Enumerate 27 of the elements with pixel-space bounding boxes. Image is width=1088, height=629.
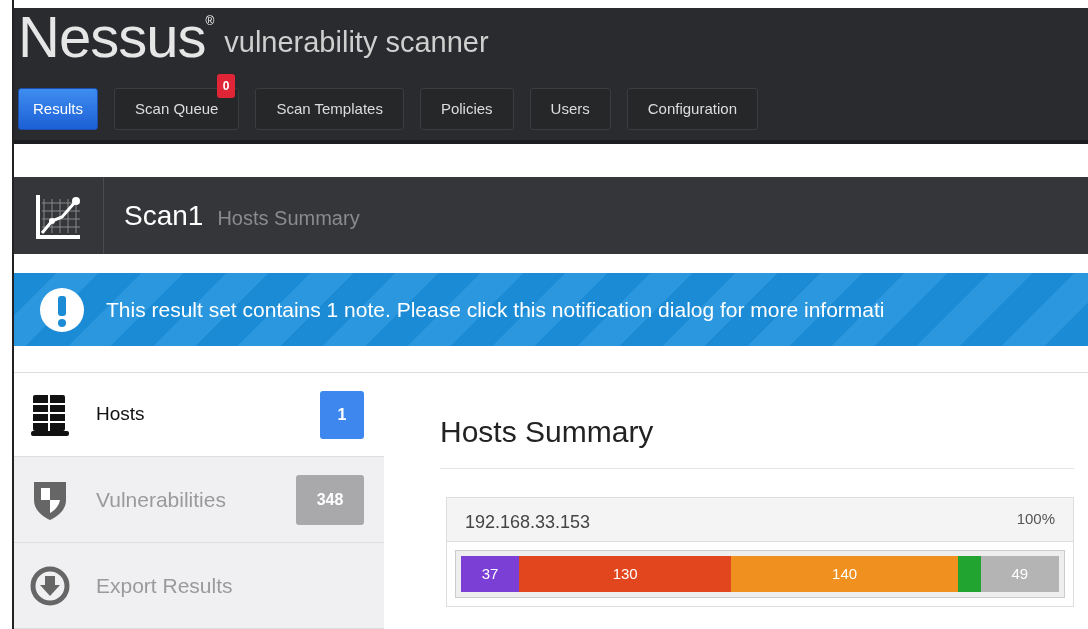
registered-mark: ®: [205, 13, 215, 28]
notification-text: This result set contains 1 note. Please click this notification dialog for more informati: [106, 296, 885, 323]
scan-title: Scan1: [124, 198, 204, 233]
sidebar-label: Export Results: [96, 572, 234, 599]
logo: Nessus: [18, 8, 206, 66]
nav-tab[interactable]: Users: [529, 88, 611, 130]
host-address[interactable]: 192.168.33.153: [465, 509, 591, 536]
tagline: vulnerability scanner: [224, 24, 489, 60]
severity-segment: 37: [461, 556, 519, 592]
sidebar-label: Vulnerabilities: [96, 486, 227, 513]
count-badge: 0: [216, 74, 236, 98]
sidebar-item[interactable]: Hosts 1: [14, 373, 384, 457]
section-heading: Hosts Summary: [440, 409, 1074, 469]
nav-tab[interactable]: Results: [18, 88, 99, 130]
severity-segment: 49: [980, 556, 1059, 592]
nav-tab[interactable]: Scan Templates: [255, 88, 404, 130]
count-badge: 348: [296, 474, 364, 525]
server-stack-icon: [30, 392, 70, 437]
scan-subtitle: Hosts Summary: [217, 205, 360, 231]
alert-icon: [38, 285, 86, 334]
progress-text: 100%: [1016, 509, 1055, 530]
nav-tab[interactable]: Configuration: [626, 88, 758, 130]
severity-segment: 140: [731, 556, 958, 592]
nav-tab[interactable]: Policies: [419, 88, 514, 130]
count-badge: 1: [320, 390, 364, 439]
severity-segment: 130: [519, 556, 732, 592]
sidebar-label: Hosts: [96, 402, 146, 427]
